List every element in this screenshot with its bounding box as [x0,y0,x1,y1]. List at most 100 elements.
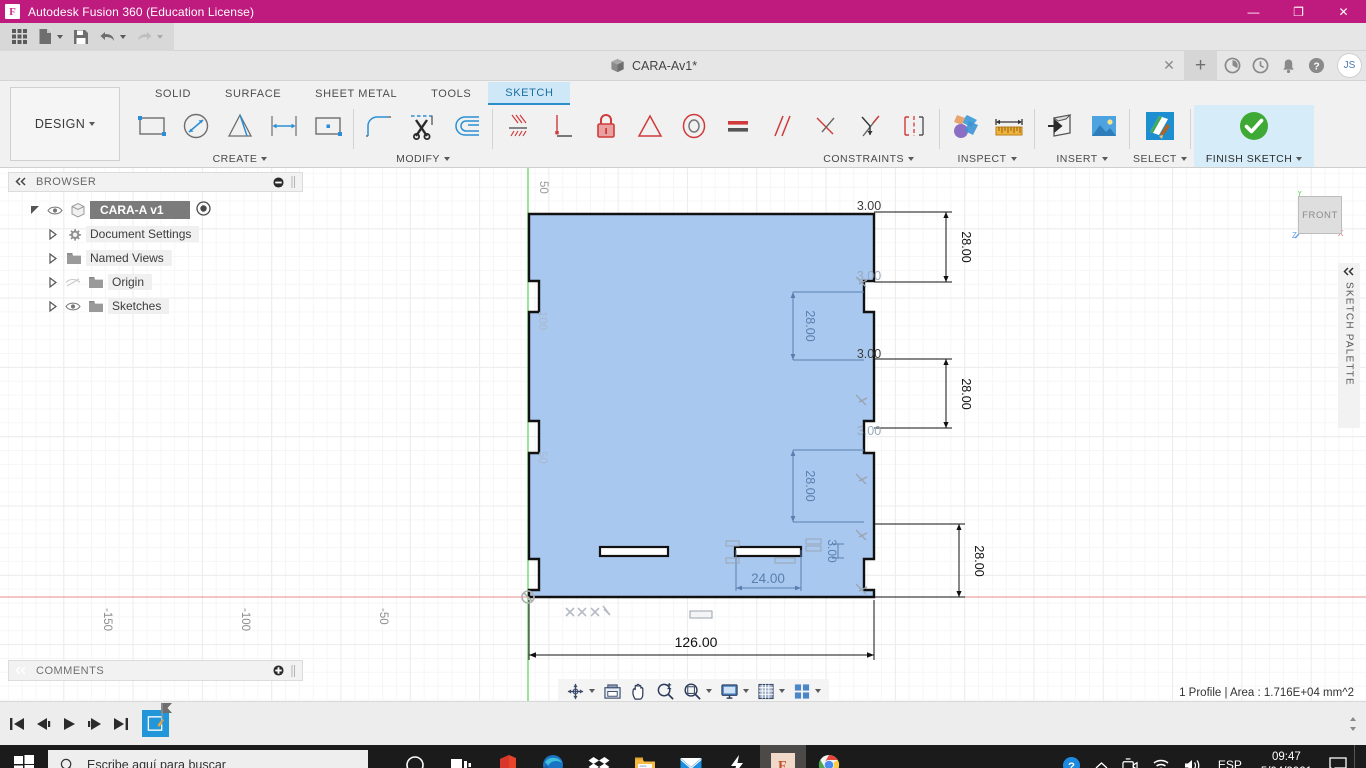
file-explorer-icon[interactable] [622,745,668,768]
expand-arrow-icon[interactable] [44,276,62,288]
grid-snap-icon[interactable] [753,680,789,701]
orbit-icon[interactable] [562,680,599,701]
grid-snap-caret-icon[interactable] [779,689,785,693]
insert-image-icon[interactable] [1082,106,1126,146]
orbit-caret-icon[interactable] [589,689,595,693]
finish-caret-icon[interactable] [1296,157,1303,161]
measure-ruler-icon[interactable] [987,106,1031,146]
timeline-feature-sketch[interactable] [142,703,172,737]
sketch-palette-collapsed[interactable]: SKETCH PALETTE [1338,263,1360,428]
new-tab-button[interactable]: + [1184,50,1217,81]
volume-icon[interactable] [1177,758,1209,768]
maximize-button[interactable]: ❐ [1276,0,1321,23]
clock[interactable]: 09:47 5/04/2021 [1251,750,1322,768]
symmetry-icon[interactable] [892,106,936,146]
browser-item-document-settings[interactable]: Document Settings [8,222,303,246]
windows-start-icon[interactable] [0,745,48,768]
help-circle-icon[interactable]: ? [1055,756,1088,768]
offset-icon[interactable] [445,106,489,146]
insert-caret-icon[interactable] [1101,157,1108,161]
fix-lock-icon[interactable] [584,106,628,146]
browser-item-named-views[interactable]: Named Views [8,246,303,270]
app-grid-icon[interactable] [6,23,33,51]
browser-item-component[interactable]: CARA-A v1 [8,198,303,222]
collapse-left-icon[interactable] [1342,267,1356,276]
view-cube[interactable]: Y Z X FRONT [1292,191,1344,239]
parallel-icon[interactable] [760,106,804,146]
look-at-icon[interactable] [599,680,626,701]
minimize-dot-icon[interactable] [273,176,284,188]
insert-derive-icon[interactable] [1038,106,1082,146]
modify-caret-icon[interactable] [443,157,450,161]
create-caret-icon[interactable] [261,157,268,161]
zoom-window-caret-icon[interactable] [706,689,712,693]
recent-icon[interactable] [1247,53,1273,79]
close-document-button[interactable]: ✕ [1156,53,1182,79]
bell-icon[interactable] [1275,53,1301,79]
section-analysis-icon[interactable] [943,106,987,146]
tab-sheet-metal[interactable]: SHEET METAL [298,82,414,105]
step-back-icon[interactable] [30,709,56,739]
fusion360-icon[interactable]: F360 [760,745,806,768]
panel-resize-grip-icon[interactable] [290,664,296,677]
help-icon[interactable]: ? [1303,53,1329,79]
expand-arrow-icon[interactable] [26,205,44,215]
panel-finish-sketch[interactable]: FINISH SKETCH [1193,105,1315,167]
new-file-icon[interactable] [33,23,68,51]
redo-caret-icon[interactable] [157,34,163,39]
display-settings-caret-icon[interactable] [743,689,749,693]
cortana-icon[interactable] [392,745,438,768]
dimension-icon[interactable] [262,106,306,146]
undo-caret-icon[interactable] [120,34,126,39]
comments-panel[interactable]: COMMENTS [8,660,303,681]
inspect-caret-icon[interactable] [1010,157,1017,161]
go-to-beginning-icon[interactable] [4,709,30,739]
vertical-icon[interactable] [540,106,584,146]
expand-arrow-icon[interactable] [44,228,62,240]
edge-icon[interactable] [530,745,576,768]
step-forward-icon[interactable] [82,709,108,739]
rectangle-icon[interactable] [130,106,174,146]
timeline-settings-icon[interactable] [1348,716,1358,732]
language-indicator[interactable]: ESP [1209,758,1251,768]
workspace-selector[interactable]: DESIGN [10,87,120,161]
tangent-icon[interactable] [628,106,672,146]
constraints-caret-icon[interactable] [908,157,914,161]
tab-sketch[interactable]: SKETCH [488,82,571,105]
user-avatar[interactable]: JS [1337,53,1362,78]
panel-resize-grip-icon[interactable] [290,176,296,188]
document-tab[interactable]: CARA-Av1* [610,51,697,81]
midpoint-icon[interactable] [848,106,892,146]
zoom-window-icon[interactable] [679,680,716,701]
viewports-icon[interactable] [789,680,825,701]
chrome-icon[interactable] [806,745,852,768]
tab-surface[interactable]: SURFACE [208,82,298,105]
wifi-icon[interactable] [1145,758,1177,768]
select-caret-icon[interactable] [1180,157,1187,161]
equal-icon[interactable] [716,106,760,146]
visibility-eye-hidden-icon[interactable] [62,277,84,288]
collapse-left-icon[interactable] [15,664,28,678]
browser-item-origin[interactable]: Origin [8,270,303,294]
trim-scissors-icon[interactable] [401,106,445,146]
play-icon[interactable] [56,709,82,739]
visibility-eye-icon[interactable] [44,205,66,216]
expand-arrow-icon[interactable] [44,300,62,312]
visibility-eye-icon[interactable] [62,301,84,312]
job-status-icon[interactable] [1219,53,1245,79]
timeline-marker-icon[interactable] [159,703,173,728]
point-rectangle-icon[interactable] [306,106,350,146]
browser-panel[interactable]: BROWSER CARA-A v1 Document Settings Name… [8,172,303,318]
close-button[interactable]: ✕ [1321,0,1366,23]
show-desktop-button[interactable] [1354,745,1366,768]
chevron-up-icon[interactable] [1088,761,1115,768]
office-icon[interactable] [484,745,530,768]
coincident-icon[interactable] [496,106,540,146]
circle-icon[interactable] [174,106,218,146]
new-file-caret-icon[interactable] [57,34,63,39]
minimize-button[interactable]: — [1231,0,1276,23]
view-cube-front-face[interactable]: FRONT [1298,196,1342,234]
search-input[interactable]: Escribe aquí para buscar [48,750,368,768]
mail-icon[interactable] [668,745,714,768]
go-to-end-icon[interactable] [108,709,134,739]
